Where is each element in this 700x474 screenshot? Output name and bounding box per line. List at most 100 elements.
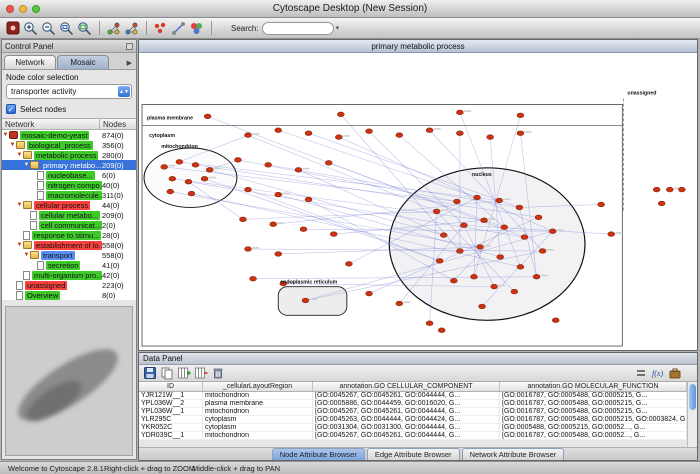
table-cell[interactable]: YKR052C <box>139 424 203 432</box>
save-table-icon[interactable] <box>142 366 158 381</box>
column-header[interactable]: ID <box>139 382 203 391</box>
table-cell[interactable]: [GO:0031304, GO:0031300, GO:0044444, G..… <box>313 424 500 432</box>
table-cell[interactable]: [GO:0045263, GO:0044444, GO:0044424, G..… <box>313 416 500 424</box>
tree-expand-arrow-icon[interactable]: ▼ <box>2 132 9 138</box>
tree-row[interactable]: Overview8(0) <box>2 290 136 300</box>
table-row[interactable]: YJR121W__1mitochondrion[GO:0045267, GO:0… <box>139 392 687 400</box>
tree-row[interactable]: ▼transport558(0) <box>2 250 136 260</box>
tree-expand-arrow-icon[interactable]: ▼ <box>23 252 30 258</box>
tab-network-attribute-browser[interactable]: Network Attribute Browser <box>462 448 565 460</box>
tree-row[interactable]: cell communicat...2(0) <box>2 220 136 230</box>
table-cell[interactable]: cytoplasm <box>203 424 313 432</box>
tree-row[interactable]: nitrogen compo...40(0) <box>2 180 136 190</box>
tree-row[interactable]: multi-organism pro...42(0) <box>2 270 136 280</box>
delete-column-icon[interactable] <box>193 366 209 381</box>
table-cell[interactable]: [GO:0005886, GO:0044459, GO:0016020, G..… <box>313 400 500 408</box>
tree-row[interactable]: unassigned223(0) <box>2 280 136 290</box>
tree-expand-arrow-icon[interactable]: ▼ <box>16 242 23 248</box>
tab-node-attribute-browser[interactable]: Node Attribute Browser <box>272 448 365 460</box>
column-header[interactable]: annotation.GO CELLULAR_COMPONENT <box>313 382 500 391</box>
table-cell[interactable]: [GO:0045267, GO:0045261, GO:0044444, G..… <box>313 392 500 400</box>
network-view-title[interactable]: primary metabolic process <box>139 40 697 53</box>
tab-network[interactable]: Network <box>4 55 56 69</box>
table-scrollbar[interactable] <box>687 382 697 447</box>
close-button[interactable] <box>6 5 14 13</box>
table-cell[interactable]: mitochondrion <box>203 432 313 440</box>
table-cell[interactable]: [GO:0005488, GO:0005215, GO:00052..., G.… <box>500 424 687 432</box>
tab-mosaic[interactable]: Mosaic <box>57 55 109 69</box>
table-cell[interactable]: YPL036W__2 <box>139 400 203 408</box>
match-icon[interactable] <box>633 366 649 381</box>
table-cell[interactable]: [GO:0016787, GO:0005488, GO:0005215, G..… <box>500 408 687 416</box>
tree-row[interactable]: ▼metabolic process280(0) <box>2 150 136 160</box>
tree-expand-arrow-icon[interactable]: ▼ <box>16 152 23 158</box>
copy-table-icon[interactable] <box>159 366 175 381</box>
search-input[interactable] <box>262 22 334 35</box>
column-header[interactable]: _cellularLayoutRegion <box>203 382 313 391</box>
table-cell[interactable]: [GO:0045267, GO:0045261, GO:0044444, G..… <box>313 432 500 440</box>
panel-expand-arrow-icon[interactable]: ▶ <box>127 59 134 69</box>
tree-row[interactable]: ▼primary metabo...209(0) <box>2 160 136 170</box>
tree-row[interactable]: ▼cellular process44(0) <box>2 200 136 210</box>
network-graph[interactable]: plasma membranecytoplasmmitochondrionnuc… <box>139 53 697 350</box>
select-nodes-checkbox[interactable]: ✓ <box>6 104 16 114</box>
tree-row[interactable]: macromolecule...311(0) <box>2 190 136 200</box>
node-color-dropdown[interactable]: transporter activity ▲▼ <box>6 84 132 99</box>
tree-header-network[interactable]: Network <box>2 119 100 129</box>
edge-selection-icon[interactable] <box>170 20 187 37</box>
tree-row[interactable]: cellular metabo...209(0) <box>2 210 136 220</box>
tree-row[interactable]: ▼mosaic-demo-yeast874(0) <box>2 130 136 140</box>
table-cell[interactable]: YDR039C__1 <box>139 432 203 440</box>
table-row[interactable]: YLR295Ccytoplasm[GO:0045263, GO:0044444,… <box>139 416 687 424</box>
tree-header-nodes[interactable]: Nodes <box>100 120 136 129</box>
table-cell[interactable]: plasma membrane <box>203 400 313 408</box>
add-column-icon[interactable] <box>176 366 192 381</box>
function-icon[interactable]: f(x) <box>650 366 666 381</box>
tree-row[interactable]: nucleobase...6(0) <box>2 170 136 180</box>
table-row[interactable]: YDR039C__1mitochondrion[GO:0045267, GO:0… <box>139 432 687 440</box>
attribute-table-header: ID_cellularLayoutRegionannotation.GO CEL… <box>139 382 687 392</box>
table-cell[interactable]: [GO:0016787, GO:0005488, GO:0005215, GO:… <box>500 416 687 424</box>
zoom-in-icon[interactable] <box>22 20 39 37</box>
zoom-fit-icon[interactable] <box>76 20 93 37</box>
table-cell[interactable]: [GO:0016787, GO:0005488, GO:0005215, G..… <box>500 400 687 408</box>
tree-row[interactable]: secretion41(0) <box>2 260 136 270</box>
table-row[interactable]: YPL036W__1mitochondrion[GO:0045267, GO:0… <box>139 408 687 416</box>
table-cell[interactable]: YPL036W__1 <box>139 408 203 416</box>
zoom-out-icon[interactable] <box>40 20 57 37</box>
table-cell[interactable]: [GO:0016787, GO:0005488, GO:0005215, G..… <box>500 392 687 400</box>
table-cell[interactable]: YLR295C <box>139 416 203 424</box>
doc-icon <box>16 291 23 300</box>
table-row[interactable]: YPL036W__2plasma membrane[GO:0005886, GO… <box>139 400 687 408</box>
network-overview-icon[interactable] <box>105 20 122 37</box>
table-cell[interactable]: [GO:0016787, GO:0005488, GO:00052..., G.… <box>500 432 687 440</box>
table-cell[interactable]: [GO:0045267, GO:0045261, GO:0044444, G..… <box>313 408 500 416</box>
tree-row[interactable]: ▼biological_process356(0) <box>2 140 136 150</box>
minimize-button[interactable] <box>19 5 27 13</box>
search-options-arrow-icon[interactable]: ▾ <box>336 24 340 32</box>
tree-expand-arrow-icon[interactable]: ▼ <box>9 142 16 148</box>
tab-edge-attribute-browser[interactable]: Edge Attribute Browser <box>367 448 460 460</box>
maximize-button[interactable] <box>32 5 40 13</box>
vizmapper-icon[interactable] <box>188 20 205 37</box>
node-selection-icon[interactable] <box>152 20 169 37</box>
table-cell[interactable]: cytoplasm <box>203 416 313 424</box>
import-table-icon[interactable] <box>667 366 683 381</box>
table-row[interactable]: YKR052Ccytoplasm[GO:0031304, GO:0031300,… <box>139 424 687 432</box>
tree-row[interactable]: ▼establishment of lo...558(0) <box>2 240 136 250</box>
zoom-region-icon[interactable] <box>58 20 75 37</box>
tree-expand-arrow-icon[interactable]: ▼ <box>23 162 30 168</box>
delete-rows-icon[interactable] <box>210 366 226 381</box>
tree-row[interactable]: response to stimu...28(0) <box>2 230 136 240</box>
node-color-selection-label: Node color selection <box>6 73 132 82</box>
table-cell[interactable]: mitochondrion <box>203 392 313 400</box>
table-cell[interactable]: mitochondrion <box>203 408 313 416</box>
network-canvas[interactable]: plasma membranecytoplasmmitochondrionnuc… <box>139 53 697 350</box>
tree-expand-arrow-icon[interactable]: ▼ <box>16 202 23 208</box>
scrollbar-thumb[interactable] <box>689 384 696 410</box>
table-cell[interactable]: YJR121W__1 <box>139 392 203 400</box>
float-panel-icon[interactable] <box>126 43 133 50</box>
network-new-icon[interactable] <box>123 20 140 37</box>
session-icon[interactable] <box>4 20 21 37</box>
column-header[interactable]: annotation.GO MOLECULAR_FUNCTION <box>500 382 687 391</box>
